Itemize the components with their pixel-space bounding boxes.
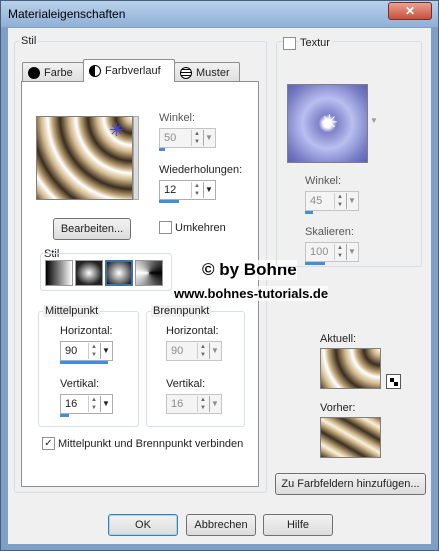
abbrechen-button[interactable]: Abbrechen bbox=[186, 514, 256, 536]
texture-dropdown-icon[interactable]: ▼ bbox=[370, 116, 378, 125]
umkehren-checkbox[interactable] bbox=[159, 221, 172, 234]
brennpunkt-horizontal-label: Horizontal: bbox=[166, 325, 219, 337]
watermark-url: www.bohnes-tutorials.de bbox=[174, 286, 329, 301]
dropdown-arrow-icon[interactable]: ▼ bbox=[209, 343, 220, 359]
wiederholungen-label: Wiederholungen: bbox=[159, 164, 243, 176]
textur-winkel-slider[interactable] bbox=[305, 211, 313, 214]
mittelpunkt-vertikal-value: 16 bbox=[65, 398, 78, 410]
textur-winkel-label: Winkel: bbox=[305, 175, 342, 187]
wiederholungen-slider[interactable] bbox=[159, 200, 179, 203]
gradient-preview[interactable]: ✳ bbox=[36, 116, 133, 200]
brennpunkt-horizontal-value: 90 bbox=[171, 345, 184, 357]
skalieren-spinner[interactable]: 100 ▲ ▼ ▼ bbox=[305, 242, 359, 262]
spin-arrows-icon[interactable]: ▲ ▼ bbox=[88, 396, 99, 412]
tab-label: Farbe bbox=[44, 66, 73, 79]
circle-black-icon bbox=[28, 66, 40, 79]
dropdown-arrow-icon[interactable]: ▼ bbox=[100, 396, 111, 412]
linear-style-button[interactable] bbox=[45, 260, 73, 286]
skalieren-slider[interactable] bbox=[305, 262, 325, 265]
half-circle-icon bbox=[89, 65, 101, 77]
aktuell-swatch[interactable] bbox=[320, 348, 381, 389]
tab-label: Muster bbox=[196, 66, 230, 79]
mittelpunkt-horizontal-slider[interactable] bbox=[60, 361, 108, 364]
window-title: Materialeigenschaften bbox=[8, 7, 126, 21]
hilfe-button[interactable]: Hilfe bbox=[263, 514, 333, 536]
mittelpunkt-vertikal-slider[interactable] bbox=[60, 414, 69, 417]
title-bar: Materialeigenschaften ✕ bbox=[1, 1, 438, 27]
wiederholungen-spinner[interactable]: 12 ▲ ▼ ▼ bbox=[159, 180, 216, 200]
textur-checkbox[interactable] bbox=[283, 37, 296, 50]
swap-icon[interactable] bbox=[386, 374, 401, 389]
skalieren-value: 100 bbox=[310, 246, 329, 258]
winkel-spinner[interactable]: 50 ▲ ▼ ▼ bbox=[159, 128, 216, 148]
spin-arrows-icon[interactable]: ▲ ▼ bbox=[191, 130, 202, 146]
dialog-client: Stil Farbe Farbverlauf Muster ✳ Winkel: … bbox=[8, 28, 431, 544]
center-marker-icon[interactable]: ✳ bbox=[321, 113, 338, 133]
dropdown-arrow-icon[interactable]: ▼ bbox=[203, 130, 214, 146]
globe-icon bbox=[180, 66, 192, 79]
spin-arrows-icon[interactable]: ▲ ▼ bbox=[197, 396, 208, 412]
mittelpunkt-vertikal-label: Vertikal: bbox=[60, 378, 100, 390]
dialog-window: Materialeigenschaften ✕ Stil Farbe Farbv… bbox=[0, 0, 439, 551]
vorher-swatch[interactable] bbox=[320, 417, 381, 458]
dropdown-arrow-icon[interactable]: ▼ bbox=[209, 396, 220, 412]
tab-muster[interactable]: Muster bbox=[174, 62, 240, 82]
center-marker-icon[interactable]: ✳ bbox=[109, 121, 124, 139]
skalieren-label: Skalieren: bbox=[305, 226, 354, 238]
brennpunkt-vertikal-label: Vertikal: bbox=[166, 378, 206, 390]
radial-style-button[interactable] bbox=[105, 260, 133, 286]
verbinden-label: Mittelpunkt und Brennpunkt verbinden bbox=[58, 438, 244, 450]
textur-winkel-spinner[interactable]: 45 ▲ ▼ ▼ bbox=[305, 191, 359, 211]
mittelpunkt-vertikal-spinner[interactable]: 16 ▲ ▼ ▼ bbox=[60, 394, 113, 414]
dropdown-arrow-icon[interactable]: ▼ bbox=[203, 182, 214, 198]
verbinden-checkbox[interactable]: ✓ bbox=[42, 437, 55, 450]
close-button[interactable]: ✕ bbox=[388, 2, 432, 20]
dropdown-arrow-icon[interactable]: ▼ bbox=[346, 193, 357, 209]
textur-label: Textur bbox=[298, 37, 332, 49]
sunburst-style-button[interactable] bbox=[135, 260, 163, 286]
umkehren-label: Umkehren bbox=[175, 222, 226, 234]
tab-farbverlauf[interactable]: Farbverlauf bbox=[83, 59, 175, 82]
tab-farbe[interactable]: Farbe bbox=[22, 62, 84, 82]
winkel-slider[interactable] bbox=[159, 148, 165, 151]
mittelpunkt-label: Mittelpunkt bbox=[43, 305, 101, 317]
brennpunkt-label: Brennpunkt bbox=[151, 305, 212, 317]
spin-arrows-icon[interactable]: ▲ ▼ bbox=[191, 182, 202, 198]
add-to-swatches-button[interactable]: Zu Farbfeldern hinzufügen... bbox=[275, 473, 426, 495]
dropdown-arrow-icon[interactable]: ▼ bbox=[100, 343, 111, 359]
winkel-label: Winkel: bbox=[159, 112, 196, 124]
preview-scrollbar[interactable] bbox=[133, 116, 139, 200]
mittelpunkt-horizontal-label: Horizontal: bbox=[60, 325, 113, 337]
dropdown-arrow-icon[interactable]: ▼ bbox=[346, 244, 357, 260]
mittelpunkt-horizontal-value: 90 bbox=[65, 345, 78, 357]
tab-label: Farbverlauf bbox=[105, 65, 161, 77]
textur-winkel-value: 45 bbox=[310, 195, 323, 207]
spin-arrows-icon[interactable]: ▲ ▼ bbox=[334, 193, 345, 209]
bearbeiten-button[interactable]: Bearbeiten... bbox=[53, 218, 131, 240]
texture-preview[interactable]: ✳ bbox=[287, 84, 368, 163]
stil-group-label: Stil bbox=[19, 35, 39, 47]
brennpunkt-horizontal-spinner[interactable]: 90 ▲ ▼ ▼ bbox=[166, 341, 222, 361]
rectangular-style-button[interactable] bbox=[75, 260, 103, 286]
spin-arrows-icon[interactable]: ▲ ▼ bbox=[334, 244, 345, 260]
winkel-value: 50 bbox=[164, 132, 177, 144]
spin-arrows-icon[interactable]: ▲ ▼ bbox=[197, 343, 208, 359]
brennpunkt-vertikal-spinner[interactable]: 16 ▲ ▼ ▼ bbox=[166, 394, 222, 414]
spin-arrows-icon[interactable]: ▲ ▼ bbox=[88, 343, 99, 359]
mittelpunkt-horizontal-spinner[interactable]: 90 ▲ ▼ ▼ bbox=[60, 341, 113, 361]
wiederholungen-value: 12 bbox=[164, 184, 177, 196]
aktuell-label: Aktuell: bbox=[320, 333, 357, 345]
ok-button[interactable]: OK bbox=[108, 514, 178, 536]
brennpunkt-vertikal-value: 16 bbox=[171, 398, 184, 410]
vorher-label: Vorher: bbox=[320, 402, 356, 414]
